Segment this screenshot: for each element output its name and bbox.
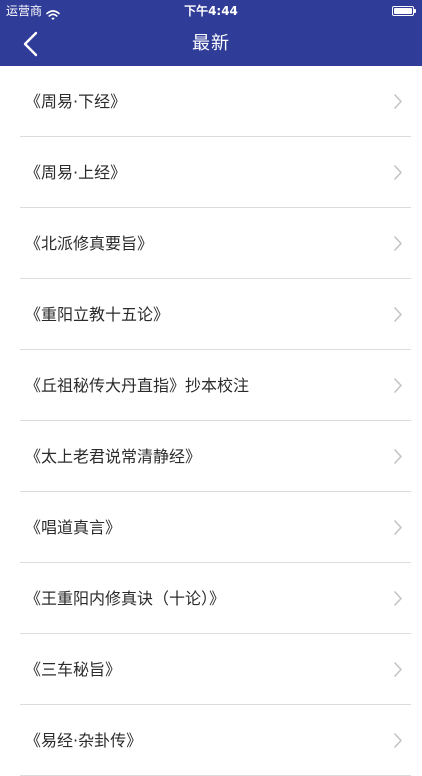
chevron-right-icon: [394, 236, 402, 251]
list-item[interactable]: 《周易·下经》: [0, 66, 422, 137]
status-bar: 运营商 下午4:44: [0, 0, 422, 22]
list-item-label: 《丘祖秘传大丹直指》抄本校注: [25, 376, 250, 395]
list-item[interactable]: 《太上老君说常清静经》: [0, 421, 422, 492]
chevron-right-icon: [394, 307, 402, 322]
list-item-label: 《周易·上经》: [25, 163, 127, 182]
chevron-right-icon: [394, 449, 402, 464]
list-item-label: 《太上老君说常清静经》: [25, 447, 202, 466]
chevron-right-icon: [394, 520, 402, 535]
chevron-right-icon: [394, 733, 402, 748]
chevron-right-icon: [394, 378, 402, 393]
article-list: 《周易·下经》 《周易·上经》 《北派修真要旨》 《重阳立教十五论》 《丘祖秘传…: [0, 66, 422, 776]
list-item[interactable]: 《易经·杂卦传》: [0, 705, 422, 776]
battery-fill: [394, 8, 412, 14]
list-item-label: 《北派修真要旨》: [25, 234, 154, 253]
list-item[interactable]: 《周易·上经》: [0, 137, 422, 208]
list-item-label: 《三车秘旨》: [25, 660, 122, 679]
status-time: 下午4:44: [184, 4, 238, 18]
list-item-label: 《易经·杂卦传》: [25, 731, 143, 750]
list-item-label: 《周易·下经》: [25, 92, 127, 111]
list-item-label: 《王重阳内修真诀（十论）》: [25, 589, 226, 608]
list-item[interactable]: 《重阳立教十五论》: [0, 279, 422, 350]
battery-icon: [392, 6, 416, 16]
chevron-right-icon: [394, 662, 402, 677]
top-bar: 运营商 下午4:44 最新: [0, 0, 422, 66]
list-item[interactable]: 《北派修真要旨》: [0, 208, 422, 279]
chevron-right-icon: [394, 94, 402, 109]
page-title: 最新: [192, 33, 230, 54]
list-item[interactable]: 《王重阳内修真诀（十论）》: [0, 563, 422, 634]
navigation-bar: 最新: [0, 22, 422, 66]
list-item-label: 《重阳立教十五论》: [25, 305, 170, 324]
list-item[interactable]: 《三车秘旨》: [0, 634, 422, 705]
list-item[interactable]: 《唱道真言》: [0, 492, 422, 563]
list-item-label: 《唱道真言》: [25, 518, 122, 537]
list-item[interactable]: 《丘祖秘传大丹直指》抄本校注: [0, 350, 422, 421]
chevron-right-icon: [394, 591, 402, 606]
chevron-right-icon: [394, 165, 402, 180]
